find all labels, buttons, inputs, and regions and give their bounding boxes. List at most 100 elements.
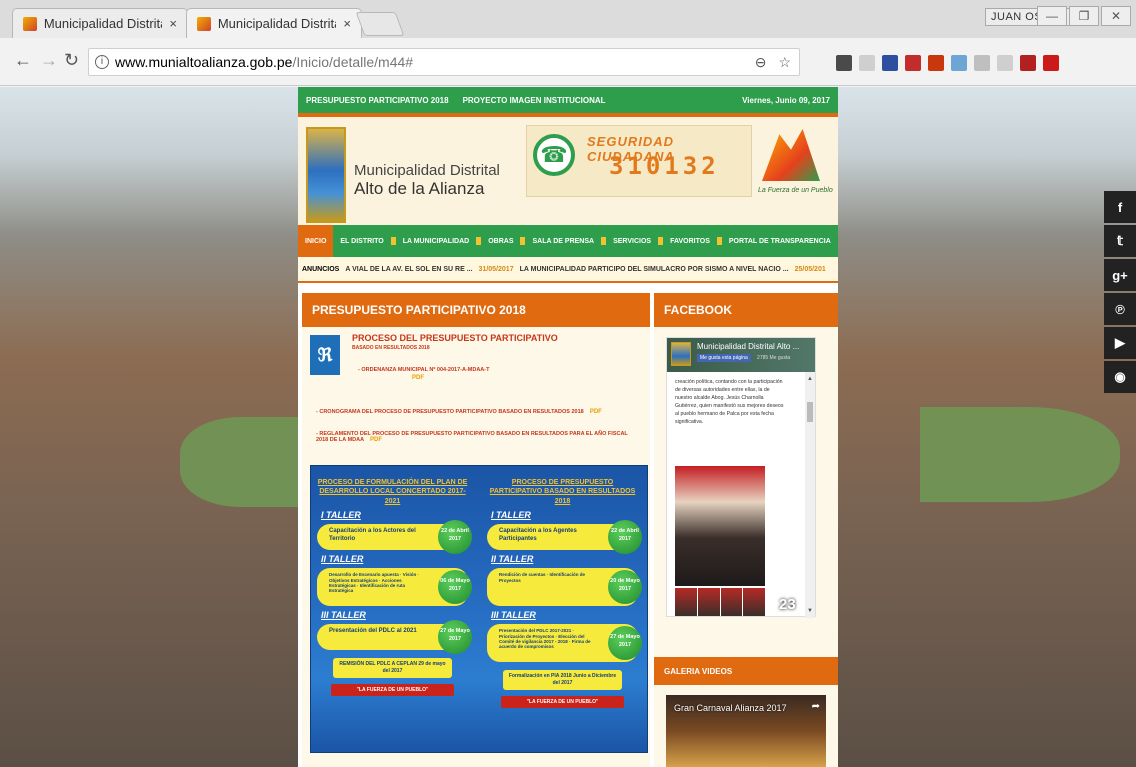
close-window-button[interactable]: ✕ (1101, 6, 1131, 26)
scroll-up-icon[interactable]: ▲ (807, 376, 813, 382)
reload-icon[interactable]: ↻ (64, 50, 79, 71)
nav-item-el-distrito[interactable]: EL DISTRITO (333, 225, 390, 257)
gallery-section-title: GALERIA VIDEOS (654, 657, 838, 685)
nav-item-obras[interactable]: OBRAS (481, 225, 520, 257)
ticker-label: ANUNCIOS (302, 265, 340, 273)
taller-label: I TALLER (491, 510, 531, 521)
facebook-post-photo[interactable] (675, 466, 765, 586)
ordenanza-pdf-link[interactable]: PDF (412, 375, 424, 381)
facebook-widget[interactable]: Municipalidad Distrital Alto ... Me gust… (666, 337, 816, 618)
tab-title: Municipalidad Distrital A (43, 16, 163, 31)
photo-thumbnail[interactable] (697, 588, 720, 616)
browser-extension-icon[interactable] (951, 55, 967, 71)
forward-arrow-icon[interactable]: → (40, 50, 58, 71)
ticker-date: 25/05/201 (794, 265, 826, 273)
photo-thumbnail[interactable] (720, 588, 743, 616)
address-bar[interactable]: i www.munialtoalianza.gob.pe/Inicio/deta… (88, 48, 800, 76)
main-navigation: INICIO EL DISTRITO LA MUNICIPALIDAD OBRA… (298, 225, 838, 257)
browser-extension-icon[interactable] (974, 55, 990, 71)
browser-extension-icon[interactable] (836, 55, 852, 71)
doc-reglamento[interactable]: - REGLAMENTO DEL PROCESO DE PRESUPUESTO … (308, 431, 648, 443)
browser-tab-2[interactable]: Municipalidad Distrital A × (186, 8, 362, 38)
browser-extension-icon[interactable] (882, 55, 898, 71)
youtube-icon[interactable]: ▶ (1104, 327, 1136, 359)
nav-item-portal-transparencia[interactable]: PORTAL DE TRANSPARENCIA (722, 225, 838, 257)
taller-item: Capacitación a los Agentes Participantes… (487, 520, 642, 555)
process-title[interactable]: PROCESO DEL PRESUPUESTO PARTICIPATIVO (352, 333, 558, 343)
photo-thumbnail[interactable] (675, 588, 697, 616)
tab-close-icon[interactable]: × (169, 16, 177, 31)
facebook-page-name[interactable]: Municipalidad Distrital Alto ... (697, 342, 811, 351)
browser-tab-1[interactable]: Municipalidad Distrital A × (12, 8, 188, 38)
photo-thumbnail[interactable] (743, 588, 765, 616)
facebook-like-button[interactable]: Me gusta esta página (697, 354, 751, 362)
ticker-date: 31/05/2017 (478, 265, 514, 273)
poster-left-column: PROCESO DE FORMULACIÓN DEL PLAN DE DESAR… (311, 474, 474, 744)
nav-item-la-municipalidad[interactable]: LA MUNICIPALIDAD (396, 225, 477, 257)
rss-icon[interactable]: ◉ (1104, 361, 1136, 393)
date-badge: 20 de Mayo 2017 (608, 570, 642, 605)
browser-extension-icon[interactable] (1043, 55, 1059, 71)
date-badge: 27 de Mayo 2017 (608, 626, 642, 661)
facebook-page-header[interactable]: Municipalidad Distrital Alto ... Me gust… (667, 338, 815, 372)
nav-item-sala-de-prensa[interactable]: SALA DE PRENSA (525, 225, 601, 257)
current-date: Viernes, Junio 09, 2017 (742, 95, 830, 105)
tab-close-icon[interactable]: × (343, 16, 351, 31)
site-header: Municipalidad Distrital Alto de la Alian… (298, 117, 838, 225)
browser-extension-icon[interactable] (1020, 55, 1036, 71)
window-controls: — ❐ ✕ (1037, 6, 1131, 26)
browser-tab-bar: Municipalidad Distrital A × Municipalida… (0, 0, 1136, 38)
site-title-line1: Municipalidad Distrital (354, 162, 500, 179)
taller-item: Capacitación a los Actores del Territori… (317, 520, 472, 555)
pdf-link[interactable]: PDF (370, 437, 382, 443)
municipal-crest-logo[interactable] (306, 127, 346, 223)
taller-poster[interactable]: PROCESO DE FORMULACIÓN DEL PLAN DE DESAR… (310, 465, 648, 753)
site-info-icon[interactable]: i (95, 55, 109, 69)
taller-label: I TALLER (321, 510, 361, 521)
date-badge: 06 de Mayo 2017 (438, 570, 472, 605)
sidebar: FACEBOOK Municipalidad Distrital Alto ..… (654, 293, 838, 767)
taller-item: Presentación del PDLC 2017-2021 · Priori… (487, 624, 642, 663)
process-block: ℜ PROCESO DEL PRESUPUESTO PARTICIPATIVO … (302, 327, 650, 387)
ticker-item[interactable]: LA MUNICIPALIDAD PARTICIPO DEL SIMULACRO… (520, 266, 789, 273)
page-background: PRESUPUESTO PARTICIPATIVO 2018 PROYECTO … (0, 87, 1136, 767)
video-thumbnail[interactable]: Gran Carnaval Alianza 2017 ➦ (666, 695, 826, 767)
minimize-button[interactable]: — (1037, 6, 1067, 26)
nav-item-favoritos[interactable]: FAVORITOS (663, 225, 717, 257)
facebook-scrollbar[interactable]: ▲ ▼ (805, 372, 815, 618)
taller-item: Rendición de cuentas · Identificación de… (487, 568, 642, 607)
taller-label: II TALLER (321, 554, 364, 565)
google-plus-icon[interactable]: g+ (1104, 259, 1136, 291)
seguridad-ciudadana-banner[interactable]: ☎ SEGURIDAD CIUDADANA 310132 (526, 125, 752, 197)
nav-item-inicio[interactable]: INICIO (298, 225, 334, 257)
maximize-button[interactable]: ❐ (1069, 6, 1099, 26)
twitter-icon[interactable]: 𝕥 (1104, 225, 1136, 257)
slogan-text: La Fuerza de un Pueblo (758, 187, 833, 194)
site-container: PRESUPUESTO PARTICIPATIVO 2018 PROYECTO … (298, 87, 838, 767)
browser-extension-icon[interactable] (928, 55, 944, 71)
facebook-icon[interactable]: f (1104, 191, 1136, 223)
browser-extension-icon[interactable] (997, 55, 1013, 71)
back-arrow-icon[interactable]: ← (14, 50, 32, 71)
pinterest-icon[interactable]: ℗ (1104, 293, 1136, 325)
browser-extension-icon[interactable] (905, 55, 921, 71)
poster-right-title: PROCESO DE PRESUPUESTO PARTICIPATIVO BAS… (489, 479, 636, 505)
scrollbar-thumb[interactable] (807, 402, 813, 422)
browser-extension-icon[interactable] (859, 55, 875, 71)
slogan-mark (762, 129, 820, 181)
scroll-down-icon[interactable]: ▼ (807, 608, 813, 614)
pdf-link[interactable]: PDF (590, 409, 602, 415)
doc-text: - REGLAMENTO DEL PROCESO DE PRESUPUESTO … (316, 431, 628, 443)
bookmark-star-icon[interactable]: ☆ (778, 54, 791, 71)
share-icon[interactable]: ➦ (812, 701, 820, 712)
ordenanza-link[interactable]: - ORDENANZA MUNICIPAL Nº 004-2017-A-MDAA… (358, 367, 489, 373)
top-link-presupuesto[interactable]: PRESUPUESTO PARTICIPATIVO 2018 (306, 96, 449, 105)
top-link-imagen[interactable]: PROYECTO IMAGEN INSTITUCIONAL (463, 96, 606, 105)
ticker-item[interactable]: A VIAL DE LA AV. EL SOL EN SU RE ... (345, 266, 472, 273)
poster-right-column: PROCESO DE PRESUPUESTO PARTICIPATIVO BAS… (481, 474, 644, 744)
nav-item-servicios[interactable]: SERVICIOS (606, 225, 658, 257)
tab-title: Municipalidad Distrital A (217, 16, 337, 31)
zoom-icon[interactable]: ⊖ (755, 54, 767, 71)
new-tab-button[interactable] (355, 12, 405, 36)
doc-cronograma[interactable]: - CRONOGRAMA DEL PROCESO DE PRESUPUESTO … (308, 409, 648, 415)
